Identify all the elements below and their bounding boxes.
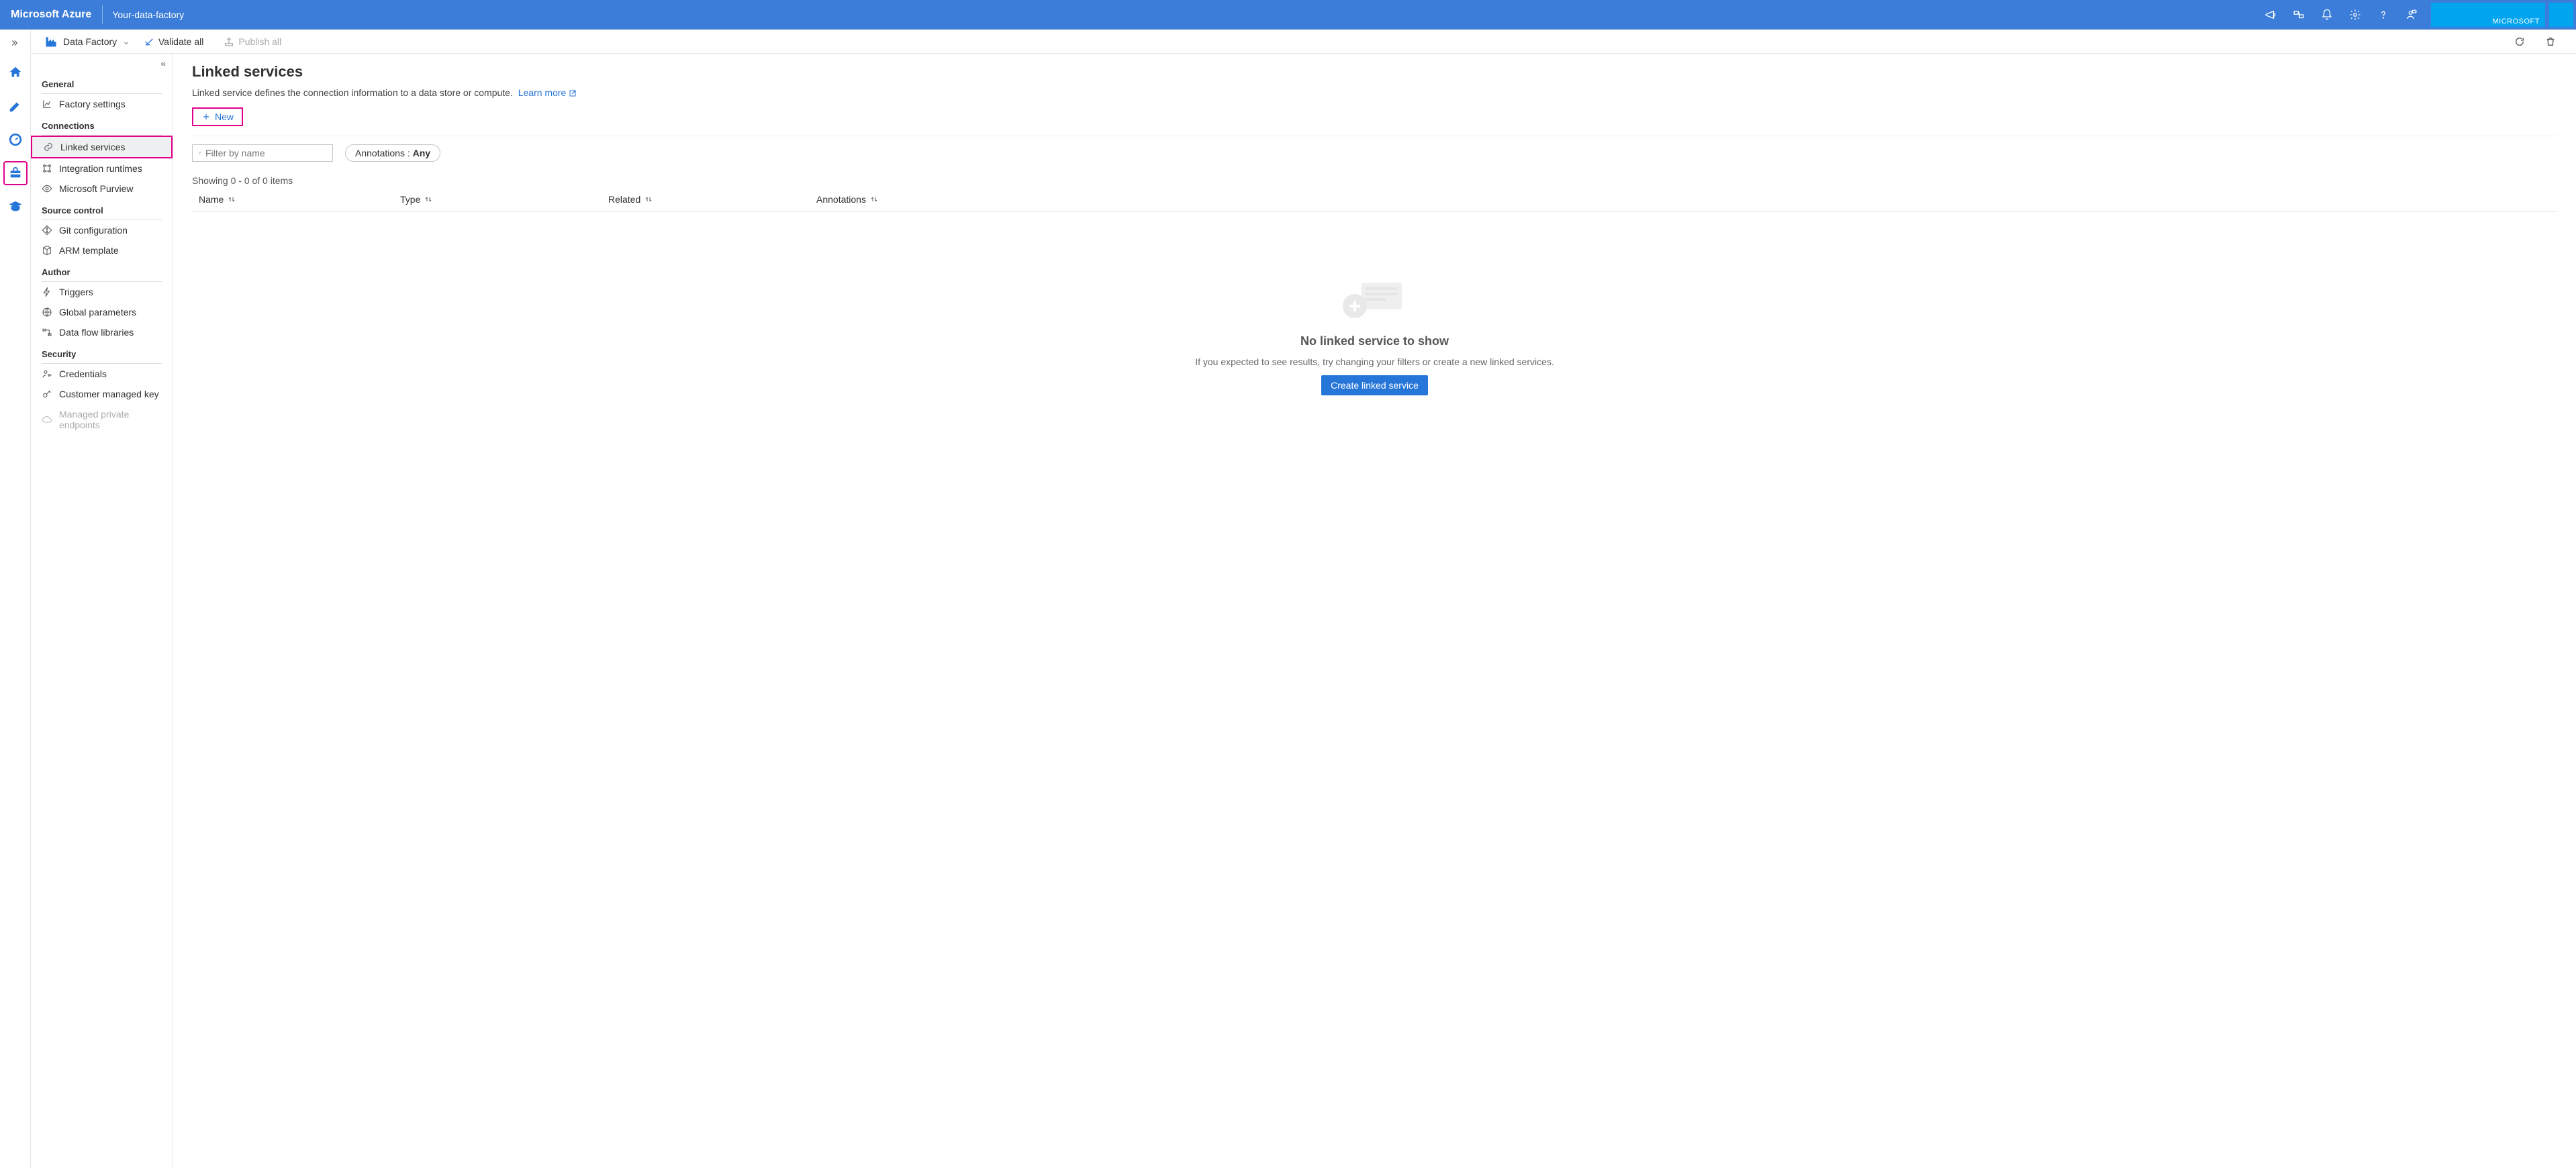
page-description: Linked service defines the connection in… [192, 87, 2557, 98]
person-feedback-icon[interactable] [2397, 0, 2426, 30]
empty-illustration-icon [1335, 273, 1415, 326]
section-general: General [31, 72, 173, 93]
monitor-gauge-icon[interactable] [3, 128, 28, 152]
git-icon [42, 225, 52, 236]
sidebar-item-integration-runtimes[interactable]: Integration runtimes [31, 158, 173, 179]
column-name[interactable]: Name [192, 194, 400, 205]
avatar[interactable] [2549, 3, 2573, 27]
settings-gear-icon[interactable] [2341, 0, 2369, 30]
sidebar-item-triggers[interactable]: Triggers [31, 282, 173, 302]
sidebar-item-global-params[interactable]: Global parameters [31, 302, 173, 322]
bolt-icon [42, 287, 52, 297]
new-button[interactable]: New [192, 107, 243, 126]
validate-label: Validate all [158, 36, 203, 47]
delete-button[interactable] [2538, 36, 2563, 47]
create-linked-service-button[interactable]: Create linked service [1321, 375, 1428, 395]
sidebar-item-managed-pe: Managed private endpoints [31, 404, 173, 435]
plus-icon [201, 112, 211, 121]
cube-icon [42, 245, 52, 256]
key-icon [42, 389, 52, 399]
flow-icon [42, 327, 52, 338]
icon-rail [0, 30, 31, 1168]
chevron-down-icon: ⌄ [122, 36, 130, 47]
sidebar-item-git-config[interactable]: Git configuration [31, 220, 173, 240]
sidebar-item-factory-settings[interactable]: Factory settings [31, 94, 173, 114]
header-icon-group: MICROSOFT [2256, 0, 2576, 30]
refresh-icon [2514, 36, 2525, 47]
home-icon[interactable] [3, 60, 28, 85]
main-content: Linked services Linked service defines t… [173, 54, 2576, 1168]
sort-icon [228, 195, 236, 203]
scope-label: Data Factory [63, 36, 117, 47]
sidebar-item-linked-services[interactable]: Linked services [31, 136, 173, 158]
upload-icon [224, 36, 234, 47]
publish-label: Publish all [238, 36, 281, 47]
manage-toolbox-icon[interactable] [3, 161, 28, 185]
result-count: Showing 0 - 0 of 0 items [192, 175, 2557, 186]
sort-icon [424, 195, 432, 203]
tenant-label: MICROSOFT [2493, 17, 2540, 26]
validate-all-button[interactable]: Validate all [137, 36, 210, 47]
section-connections: Connections [31, 114, 173, 135]
chart-icon [42, 99, 52, 109]
tenant-badge[interactable]: MICROSOFT [2431, 3, 2545, 27]
cloud-icon [42, 414, 52, 425]
empty-state: No linked service to show If you expecte… [192, 273, 2557, 395]
announcement-icon[interactable] [2256, 0, 2285, 30]
expand-rail-icon[interactable] [0, 35, 30, 51]
sort-icon [645, 195, 653, 203]
sidebar-item-credentials[interactable]: Credentials [31, 364, 173, 384]
section-source-control: Source control [31, 199, 173, 220]
top-header: Microsoft Azure Your-data-factory MICROS… [0, 0, 2576, 30]
annotations-filter[interactable]: Annotations : Any [345, 144, 440, 162]
notification-bell-icon[interactable] [2313, 0, 2341, 30]
collapse-panel-icon[interactable]: « [31, 58, 173, 72]
column-annotations[interactable]: Annotations [816, 194, 2557, 205]
checkmark-icon [144, 36, 154, 47]
globe-icon [42, 307, 52, 318]
section-author: Author [31, 260, 173, 281]
brand-label[interactable]: Microsoft Azure [0, 5, 103, 24]
learn-graduation-icon[interactable] [3, 195, 28, 219]
sidebar-item-cmk[interactable]: Customer managed key [31, 384, 173, 404]
sort-icon [870, 195, 878, 203]
person-key-icon [42, 369, 52, 379]
sidebar-item-dataflow-libs[interactable]: Data flow libraries [31, 322, 173, 342]
link-icon [43, 142, 54, 152]
command-bar: Data Factory ⌄ Validate all Publish all [31, 30, 2576, 54]
column-type[interactable]: Type [400, 194, 608, 205]
network-icon [42, 163, 52, 174]
empty-title: No linked service to show [1300, 334, 1449, 348]
factory-name[interactable]: Your-data-factory [103, 9, 193, 20]
trash-icon [2545, 36, 2556, 47]
filter-input[interactable] [205, 148, 327, 158]
feedback-icon[interactable] [2285, 0, 2313, 30]
column-related[interactable]: Related [608, 194, 816, 205]
help-icon[interactable] [2369, 0, 2397, 30]
publish-all-button: Publish all [217, 36, 288, 47]
external-link-icon [569, 89, 577, 97]
scope-dropdown[interactable]: Data Factory ⌄ [44, 35, 130, 48]
sidebar-item-purview[interactable]: Microsoft Purview [31, 179, 173, 199]
sidebar-item-arm-template[interactable]: ARM template [31, 240, 173, 260]
section-security: Security [31, 342, 173, 363]
filter-icon [198, 148, 201, 158]
table-header: Name Type Related Annotations [192, 194, 2557, 212]
side-panel: « General Factory settings Connections L… [31, 54, 173, 1168]
pencil-author-icon[interactable] [3, 94, 28, 118]
factory-icon [44, 35, 58, 48]
eye-icon [42, 183, 52, 194]
empty-subtitle: If you expected to see results, try chan… [1195, 356, 1554, 367]
filter-by-name-input[interactable] [192, 144, 333, 162]
page-title: Linked services [192, 63, 2557, 81]
learn-more-link[interactable]: Learn more [518, 87, 577, 98]
refresh-button[interactable] [2508, 36, 2532, 47]
